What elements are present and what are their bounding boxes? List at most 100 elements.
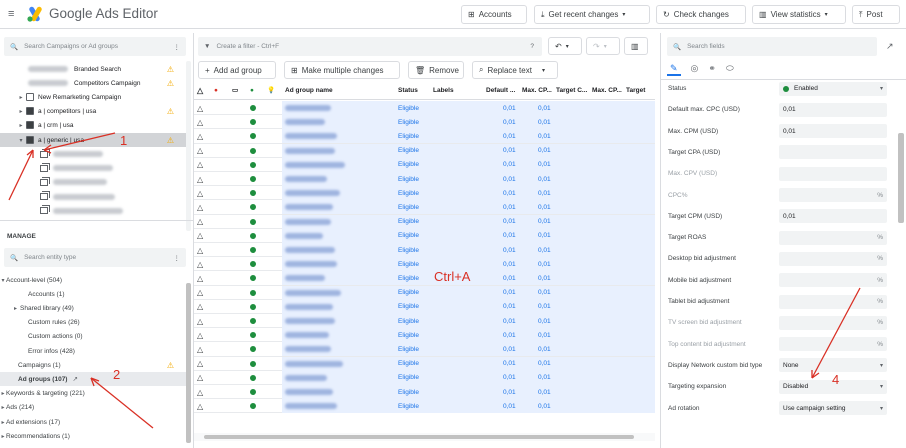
get-recent-changes-button[interactable]: ⤓ Get recent changes ▾ [534, 5, 650, 24]
table-row[interactable]: △ Eligible 0,01 0,01 [194, 200, 655, 215]
ad-group-name-cell[interactable] [285, 257, 337, 271]
menu-icon[interactable]: ≡ [8, 8, 14, 20]
max-cpm-cell[interactable]: 0,01 [538, 300, 551, 314]
ad-group-name-cell[interactable] [285, 144, 335, 158]
table-row[interactable]: △ Eligible 0,01 0,01 [194, 271, 655, 286]
ad-group-row[interactable] [0, 190, 186, 204]
max-cpm-cell[interactable]: 0,01 [538, 186, 551, 200]
expand-icon[interactable]: ▾ [16, 137, 26, 144]
accounts-button[interactable]: ⊞ Accounts [461, 5, 527, 24]
ad-group-name-cell[interactable] [285, 129, 337, 143]
table-row[interactable]: △ Eligible 0,01 0,01 [194, 342, 655, 357]
help-icon[interactable]: ? [530, 43, 534, 50]
max-cpm-cell[interactable]: 0,01 [538, 158, 551, 172]
col-default-max-cpc[interactable]: Default ... [486, 83, 515, 97]
ad-group-name-cell[interactable] [285, 186, 340, 200]
link-tab-icon[interactable]: ⚭ [708, 63, 716, 76]
replace-text-button[interactable]: ⌕ Replace text ▾ [472, 61, 558, 79]
status-cell[interactable]: Eligible [398, 357, 419, 371]
check-changes-button[interactable]: ↻ Check changes [656, 5, 746, 24]
max-cpm-cell[interactable]: 0,01 [538, 172, 551, 186]
default-cpc-cell[interactable]: 0,01 [503, 314, 516, 328]
expand-icon[interactable]: ▸ [16, 122, 26, 129]
remove-button[interactable]: 🗑 Remove [408, 61, 464, 79]
status-cell[interactable]: Eligible [398, 144, 419, 158]
ad-group-name-cell[interactable] [285, 229, 323, 243]
expand-icon[interactable]: ▸ [16, 108, 26, 115]
max-cpm-cell[interactable]: 0,01 [538, 101, 551, 115]
default-cpc-cell[interactable]: 0,01 [503, 257, 516, 271]
post-button[interactable]: ⤒ Post [852, 5, 900, 24]
table-row[interactable]: △ Eligible 0,01 0,01 [194, 314, 655, 329]
property-field[interactable] [779, 145, 887, 160]
ad-group-name-cell[interactable] [285, 300, 333, 314]
status-cell[interactable]: Eligible [398, 257, 419, 271]
manage-item[interactable]: ▸ Ad extensions (17) [0, 415, 186, 429]
property-percent-field[interactable]: % [779, 251, 887, 266]
view-statistics-button[interactable]: ▥ View statistics ▾ [752, 5, 846, 24]
max-cpm-cell[interactable]: 0,01 [538, 229, 551, 243]
col-max-cpv[interactable]: Max. CP... [592, 83, 622, 97]
default-cpc-cell[interactable]: 0,01 [503, 342, 516, 356]
manage-item[interactable]: Ad groups (107) ↗ [0, 372, 186, 387]
col-max-cpm[interactable]: Max. CP... [522, 83, 552, 97]
table-row[interactable]: △ Eligible 0,01 0,01 [194, 399, 655, 414]
campaign-row[interactable]: ▸ New Remarketing Campaign [0, 90, 186, 104]
campaign-row[interactable]: Branded Search ⚠ [0, 62, 186, 76]
default-cpc-cell[interactable]: 0,01 [503, 172, 516, 186]
table-row[interactable]: △ Eligible 0,01 0,01 [194, 328, 655, 343]
max-cpm-cell[interactable]: 0,01 [538, 371, 551, 385]
manage-scrollbar[interactable] [186, 283, 191, 443]
table-row[interactable]: △ Eligible 0,01 0,01 [194, 186, 655, 201]
status-cell[interactable]: Eligible [398, 215, 419, 229]
manage-item[interactable]: ▸ Shared library (49) [0, 301, 186, 315]
columns-button[interactable]: ▥ [624, 37, 648, 55]
campaign-row[interactable]: ▸ a | competitors | usa ⚠ [0, 104, 186, 118]
property-percent-field[interactable]: % [779, 273, 887, 288]
ad-group-row[interactable] [0, 147, 186, 161]
ad-group-name-cell[interactable] [285, 399, 337, 413]
col-ad-group-name[interactable]: Ad group name [285, 83, 333, 97]
open-external-icon[interactable]: ↗ [886, 41, 894, 52]
campaign-row[interactable]: ▾ a | generic | usa ⚠ [0, 133, 186, 147]
property-dropdown[interactable]: Use campaign setting ▾ [779, 401, 887, 415]
expand-icon[interactable]: ▸ [16, 94, 26, 101]
max-cpm-cell[interactable]: 0,01 [538, 314, 551, 328]
default-cpc-cell[interactable]: 0,01 [503, 243, 516, 257]
ad-group-row[interactable] [0, 161, 186, 175]
max-cpm-cell[interactable]: 0,01 [538, 144, 551, 158]
default-cpc-cell[interactable]: 0,01 [503, 300, 516, 314]
property-percent-field[interactable]: % [779, 230, 887, 245]
edit-tab-icon[interactable]: ✎ [667, 63, 681, 76]
max-cpm-cell[interactable]: 0,01 [538, 357, 551, 371]
max-cpm-cell[interactable]: 0,01 [538, 399, 551, 413]
default-cpc-cell[interactable]: 0,01 [503, 357, 516, 371]
properties-scrollbar[interactable] [898, 133, 904, 223]
col-labels[interactable]: Labels [433, 83, 454, 97]
default-cpc-cell[interactable]: 0,01 [503, 186, 516, 200]
max-cpm-cell[interactable]: 0,01 [538, 286, 551, 300]
col-target-cpa[interactable]: Target C... [556, 83, 587, 97]
warning-col-icon[interactable]: △ [197, 83, 203, 97]
bulb-col-icon[interactable]: 💡 [267, 83, 275, 97]
tree-scrollbar[interactable] [186, 61, 191, 231]
default-cpc-cell[interactable]: 0,01 [503, 271, 516, 285]
table-row[interactable]: △ Eligible 0,01 0,01 [194, 257, 655, 272]
ad-group-name-cell[interactable] [285, 385, 333, 399]
default-cpc-cell[interactable]: 0,01 [503, 129, 516, 143]
ad-group-name-cell[interactable] [285, 115, 325, 129]
ad-group-name-cell[interactable] [285, 357, 343, 371]
error-col-icon[interactable]: ● [214, 83, 218, 97]
status-cell[interactable]: Eligible [398, 101, 419, 115]
entity-search[interactable]: 🔍 Search entity type ⋮ [4, 248, 186, 267]
table-row[interactable]: △ Eligible 0,01 0,01 [194, 385, 655, 400]
property-field[interactable]: 0,01 [779, 124, 887, 139]
expand-icon[interactable]: ▸ [0, 305, 20, 312]
more-vert-icon[interactable]: ⋮ [174, 254, 181, 262]
status-cell[interactable]: Eligible [398, 371, 419, 385]
ad-group-name-cell[interactable] [285, 271, 325, 285]
default-cpc-cell[interactable]: 0,01 [503, 158, 516, 172]
default-cpc-cell[interactable]: 0,01 [503, 215, 516, 229]
table-row[interactable]: △ Eligible 0,01 0,01 [194, 143, 655, 158]
manage-item[interactable]: ▾ Account-level (504) [0, 273, 186, 287]
